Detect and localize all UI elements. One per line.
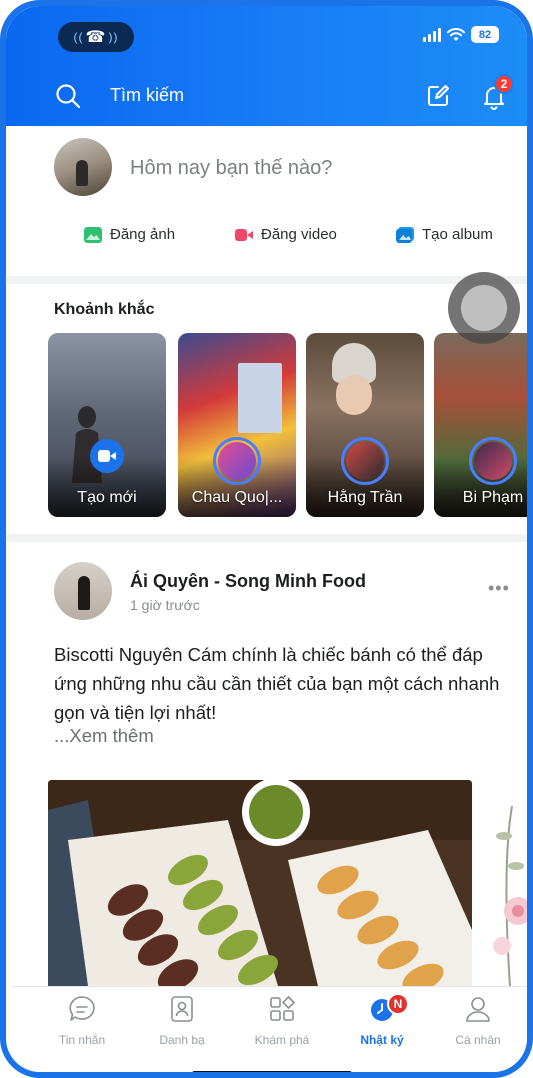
tab-contacts[interactable]: Danh bạ <box>134 993 230 1047</box>
call-wave-icon: (( <box>73 30 84 44</box>
composer-actions: Đăng ảnh Đăng video Tạo album <box>6 226 527 252</box>
tab-timeline[interactable]: N Nhật ký <box>334 993 430 1047</box>
tab-discover-label: Khám phá <box>254 1033 310 1047</box>
phone-frame: (( ☎ )) 82 Tìm kiếm 2 Hôm nay bạn thế nà… <box>0 0 533 1078</box>
decorative-flower <box>493 806 527 986</box>
section-divider <box>6 534 527 542</box>
see-more-link[interactable]: ...Xem thêm <box>54 725 154 747</box>
chat-bubble-icon <box>69 996 95 1021</box>
wifi-icon <box>447 27 465 41</box>
compose-icon[interactable] <box>424 82 452 110</box>
story-create-new[interactable]: Tạo mới <box>48 333 166 517</box>
header: (( ☎ )) 82 Tìm kiếm 2 <box>6 6 527 126</box>
create-album-button[interactable]: Tạo album <box>396 226 493 243</box>
ongoing-call-pill[interactable]: (( ☎ )) <box>58 22 134 52</box>
status-composer: Hôm nay bạn thế nào? Đăng ảnh Đăng video <box>6 126 527 276</box>
story-photo-face <box>336 375 372 415</box>
story-label: Bi Phạm <box>462 489 524 506</box>
video-icon <box>235 228 253 241</box>
post-timestamp: 1 giờ trước <box>130 597 200 613</box>
tab-messages-label: Tin nhắn <box>58 1033 106 1047</box>
food-photo <box>48 780 472 986</box>
tab-messages[interactable]: Tin nhắn <box>34 993 130 1047</box>
discover-grid-icon <box>270 995 296 1021</box>
home-indicator[interactable] <box>192 1071 352 1072</box>
moments-title: Khoảnh khắc <box>54 301 155 318</box>
search-icon[interactable] <box>54 82 82 110</box>
contacts-icon <box>171 996 193 1022</box>
story-photo-poster <box>238 363 282 433</box>
post-photo-button[interactable]: Đăng ảnh <box>84 226 175 243</box>
search-input[interactable]: Tìm kiếm <box>110 85 184 106</box>
story-avatar <box>341 437 389 485</box>
tab-contacts-label: Danh bạ <box>159 1033 205 1047</box>
tab-profile[interactable]: Cá nhân <box>430 993 526 1047</box>
composer-prompt[interactable]: Hôm nay bạn thế nào? <box>130 157 332 180</box>
status-indicators: 82 <box>423 26 499 43</box>
video-camera-icon[interactable] <box>90 439 124 473</box>
search-bar[interactable]: Tìm kiếm 2 <box>6 72 527 120</box>
section-divider <box>6 276 527 284</box>
story-item[interactable]: Hằng Trần <box>306 333 424 517</box>
post-author[interactable]: Ái Quyên - Song Minh Food <box>130 571 366 592</box>
story-item[interactable]: Chau Quo|... <box>178 333 296 517</box>
status-bar: (( ☎ )) 82 <box>6 16 527 62</box>
avatar[interactable] <box>54 562 112 620</box>
cellular-signal-icon <box>423 27 441 42</box>
post-header: Ái Quyên - Song Minh Food 1 giờ trước ••… <box>6 562 527 626</box>
post-photo-label: Đăng ảnh <box>110 226 176 243</box>
post-video-label: Đăng video <box>261 226 337 243</box>
new-badge: N <box>387 993 409 1015</box>
moments-carousel[interactable]: Tạo mới Chau Quo|... Hằng Trần Bi Phạm <box>48 333 527 517</box>
story-label: Chau Quo|... <box>191 489 283 506</box>
phone-icon: ☎ <box>85 29 107 46</box>
notification-badge: 2 <box>494 74 514 94</box>
album-icon <box>396 226 414 243</box>
bottom-navigation: Tin nhắn Danh bạ Khám phá N Nhật ký Cá n… <box>12 986 527 1072</box>
story-label: Tạo mới <box>77 489 137 506</box>
story-label: Hằng Trần <box>327 489 403 506</box>
call-wave-icon: )) <box>108 30 119 44</box>
tab-profile-label: Cá nhân <box>455 1033 501 1047</box>
create-album-label: Tạo album <box>422 226 493 243</box>
assistive-touch-button[interactable] <box>448 272 520 344</box>
post-text: Biscotti Nguyên Cám chính là chiếc bánh … <box>54 644 500 723</box>
story-avatar <box>469 437 517 485</box>
tab-timeline-label: Nhật ký <box>360 1033 404 1047</box>
more-options-icon[interactable]: ••• <box>488 578 510 599</box>
photo-icon <box>84 226 102 243</box>
story-item[interactable]: Bi Phạm <box>434 333 527 517</box>
post-image[interactable] <box>48 780 472 986</box>
avatar[interactable] <box>54 138 112 196</box>
battery-indicator: 82 <box>471 26 499 43</box>
tab-discover[interactable]: Khám phá <box>234 993 330 1047</box>
story-avatar <box>213 437 261 485</box>
person-icon <box>466 997 490 1022</box>
post-video-button[interactable]: Đăng video <box>235 226 337 243</box>
